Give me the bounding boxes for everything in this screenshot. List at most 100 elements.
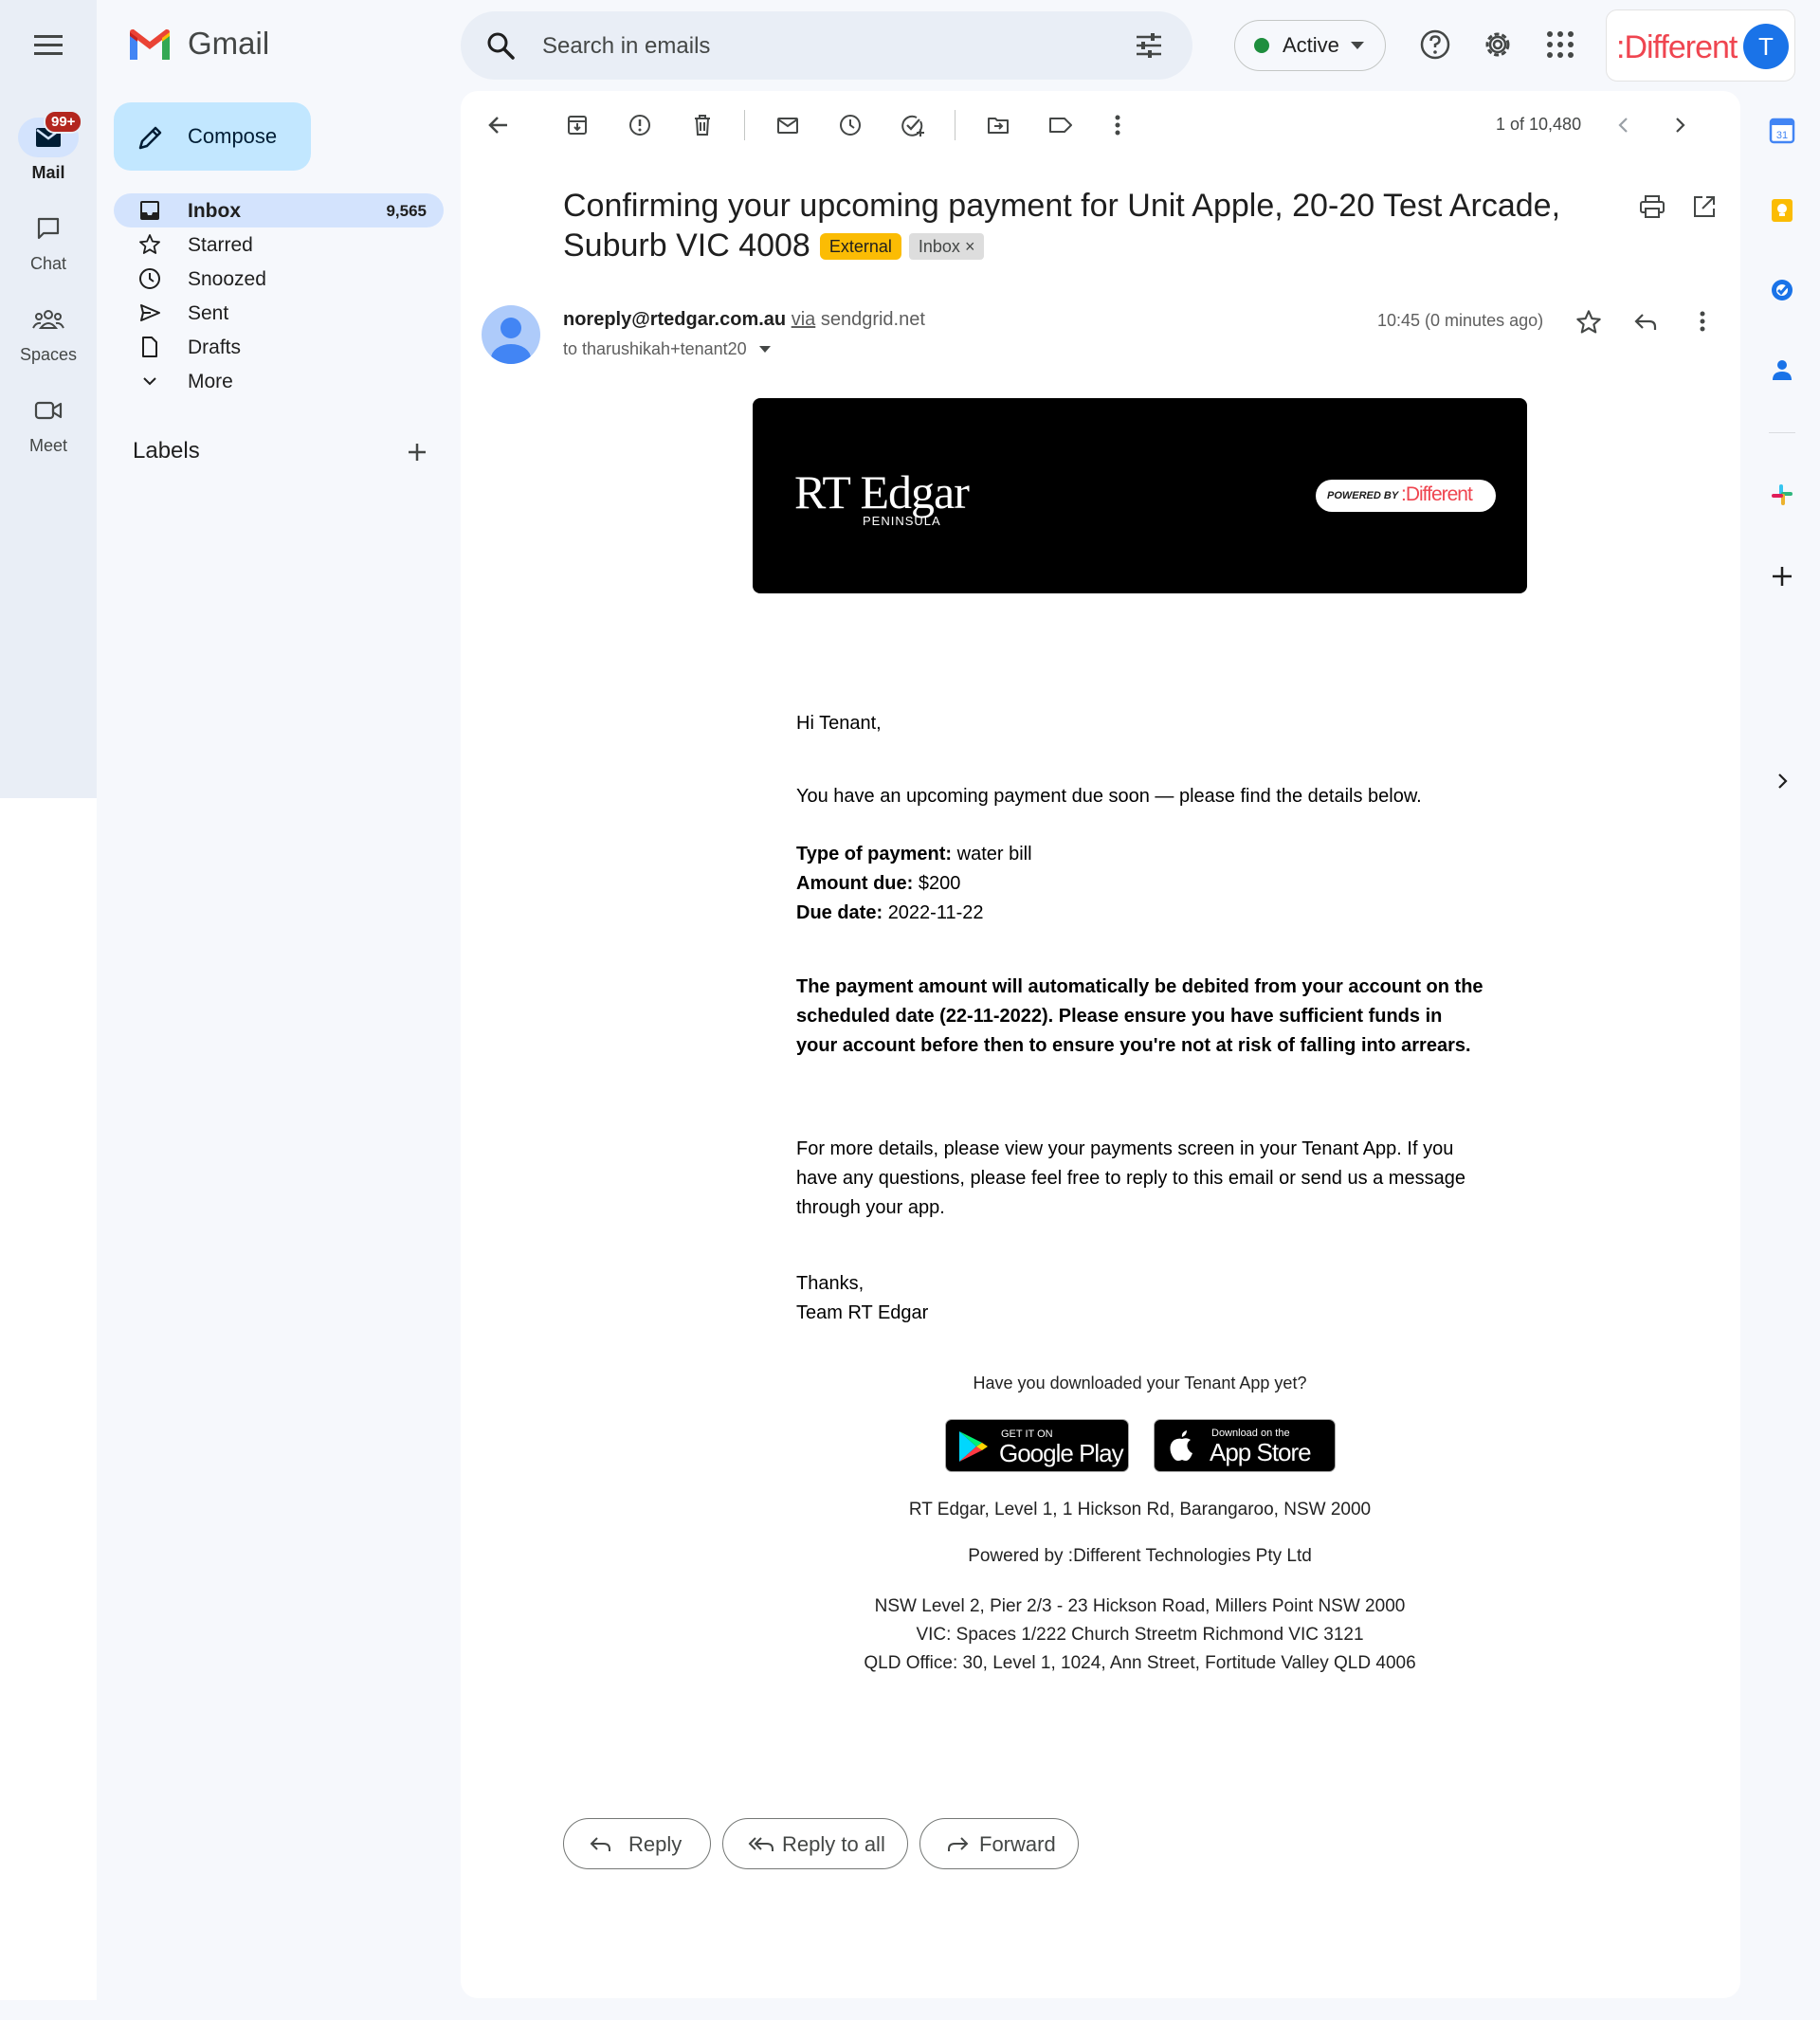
google-play-badge[interactable]: GET IT ON Google Play [945,1419,1129,1472]
nav-item-more[interactable]: More [114,364,444,398]
add-label-icon[interactable] [404,439,430,465]
remove-label-icon[interactable]: × [965,237,975,256]
calendar-icon[interactable]: 31 [1767,116,1797,146]
report-spam-icon[interactable] [621,106,659,144]
get-addons-plus-icon[interactable] [1767,561,1797,591]
compose-button[interactable]: Compose [114,102,311,171]
reply-icon[interactable] [1632,309,1659,336]
google-play-text: Google Play [999,1439,1124,1467]
move-to-folder-icon[interactable] [979,106,1017,144]
thanks-text: Thanks, [796,1273,864,1294]
help-icon[interactable] [1418,27,1452,62]
show-details-icon[interactable] [758,346,771,353]
gmail-logo-icon[interactable] [127,28,173,63]
keep-notes-icon[interactable] [1767,195,1797,226]
snooze-clock-icon[interactable] [831,106,869,144]
rail-spaces[interactable]: Spaces [0,300,97,365]
rail-meet[interactable]: Meet [0,391,97,456]
detail-row: Amount due: $200 [796,869,1488,899]
rail-spaces-label: Spaces [19,345,78,364]
open-new-window-icon[interactable] [1691,193,1718,220]
sender-avatar[interactable] [482,305,540,364]
gmail-wordmark[interactable]: Gmail [188,26,269,62]
video-camera-icon [18,391,79,430]
contacts-icon[interactable] [1767,355,1797,385]
recipient-text: to tharushikah+tenant20 [563,339,747,358]
labels-heading: Labels [133,438,200,464]
delete-trash-icon[interactable] [683,106,721,144]
office-nsw: NSW Level 2, Pier 2/3 - 23 Hickson Road,… [874,1596,1406,1616]
org-brand-logo: :Different [1616,29,1738,65]
archive-icon[interactable] [558,106,596,144]
settings-gear-icon[interactable] [1481,27,1515,62]
spaces-icon [18,300,79,339]
mark-unread-icon[interactable] [769,106,807,144]
inbox-label-chip[interactable]: Inbox × [908,233,985,260]
search-options-icon[interactable] [1134,30,1164,61]
reply-label: Reply [628,1832,682,1856]
reply-icon [589,1833,613,1856]
print-icon[interactable] [1638,193,1666,220]
email-header-banner: RT Edgar PENINSULA POWERED BY :Different [753,398,1527,593]
via-link[interactable]: via [792,309,816,330]
nav-item-sent[interactable]: Sent [114,296,444,330]
app-store-badge[interactable]: Download on the App Store [1154,1419,1336,1472]
detail-key: Type of payment: [796,844,953,864]
chevron-down-icon [1350,42,1364,49]
star-message-icon[interactable] [1575,309,1602,336]
search-icon[interactable] [485,30,516,61]
rail-chat[interactable]: Chat [0,209,97,274]
rt-edgar-logo-subtitle: PENINSULA [863,514,941,528]
chevron-down-icon [138,370,161,392]
forward-button[interactable]: Forward [919,1818,1079,1869]
label-tag-icon[interactable] [1042,106,1080,144]
account-chip[interactable]: :Different T [1606,9,1795,82]
app-download-prompt: Have you downloaded your Tenant App yet? [973,1374,1307,1392]
nav-item-label: Drafts [188,337,242,358]
more-options-icon[interactable] [1699,309,1706,334]
inbox-count: 9,565 [386,202,427,220]
rt-edgar-logo: RT Edgar [794,465,970,519]
detail-key: Due date: [796,902,883,923]
message-time: 10:45 (0 minutes ago) [1377,311,1544,330]
account-avatar[interactable]: T [1743,24,1789,69]
more-vertical-icon[interactable] [1099,106,1137,144]
chevron-left-icon[interactable] [1605,106,1643,144]
side-panel-divider [1769,432,1795,433]
nav-item-starred[interactable]: Starred [114,227,444,262]
toolbar-divider [955,110,956,140]
recipient-line: to tharushikah+tenant20 [563,339,771,359]
nav-item-snoozed[interactable]: Snoozed [114,262,444,296]
nav-item-inbox[interactable]: Inbox 9,565 [114,193,444,227]
chat-icon [18,209,79,248]
nav-item-label: Inbox [188,200,241,222]
nav-item-label: Snoozed [188,268,266,290]
tasks-icon[interactable] [1767,275,1797,305]
star-icon [138,233,161,256]
greeting: Hi Tenant, [796,713,882,734]
status-dropdown[interactable]: Active [1234,20,1386,71]
detail-row: Type of payment: water bill [796,840,1488,869]
slack-icon[interactable] [1767,480,1797,510]
company-address: RT Edgar, Level 1, 1 Hickson Rd, Baranga… [908,1500,1372,1520]
clock-icon [138,267,161,290]
main-menu-icon[interactable] [29,31,67,60]
back-arrow-icon[interactable] [480,106,518,144]
add-task-icon[interactable] [894,106,932,144]
reply-all-button[interactable]: Reply to all [722,1818,908,1869]
search-input[interactable] [540,28,1075,64]
debit-warning: The payment amount will automatically be… [796,976,1483,1056]
reply-button[interactable]: Reply [563,1818,711,1869]
compose-label: Compose [188,124,278,148]
sender-address[interactable]: noreply@rtedgar.com.au [563,309,786,330]
external-tag: External [819,233,901,260]
show-side-panel-chevron-icon[interactable] [1767,766,1797,796]
chevron-right-icon[interactable] [1661,106,1699,144]
unread-badge: 99+ [44,110,83,134]
search-bar[interactable] [461,11,1192,80]
email-subject: Confirming your upcoming payment for Uni… [563,186,1596,265]
apps-grid-icon[interactable] [1545,29,1575,60]
pagination-count: 1 of 10,480 [1496,115,1582,134]
powered-by-badge: POWERED BY :Different [1316,480,1496,512]
nav-item-drafts[interactable]: Drafts [114,330,444,364]
